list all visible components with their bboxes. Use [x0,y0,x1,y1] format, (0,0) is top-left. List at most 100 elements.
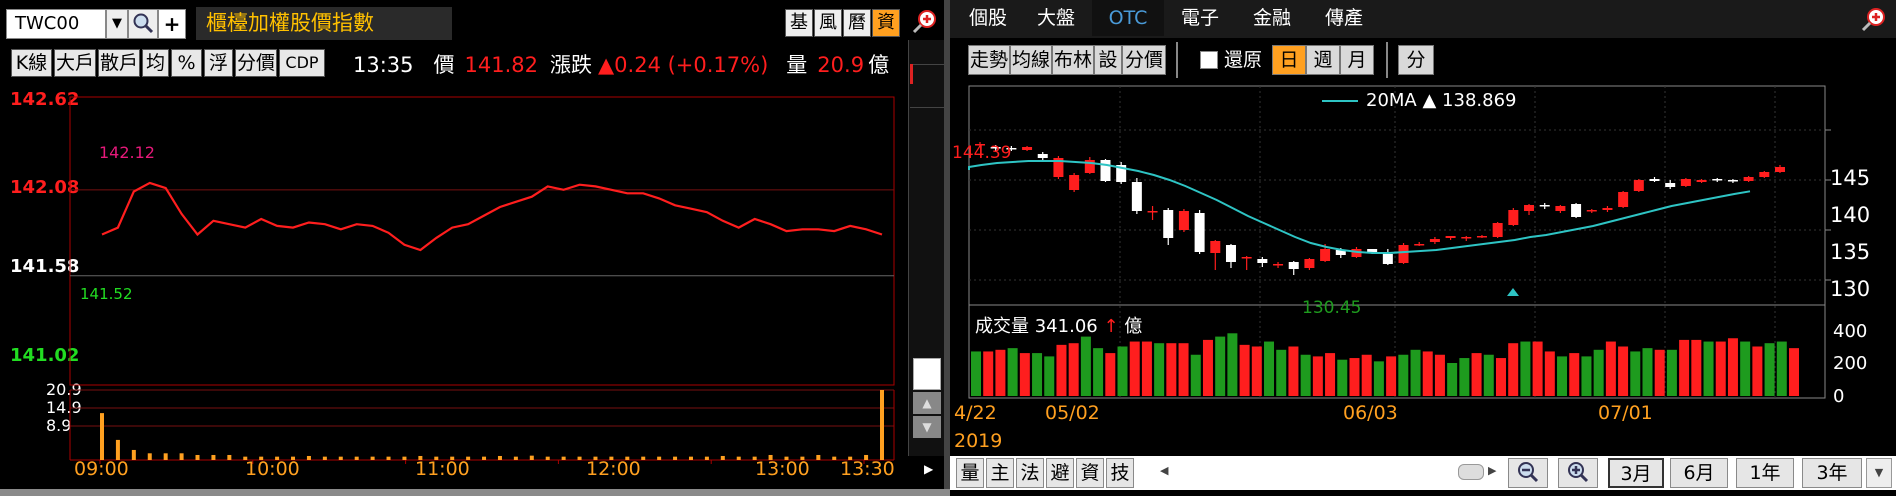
volume-bar [211,454,216,460]
date-tick: 07/01 [1598,402,1653,424]
bottom-tab-volume[interactable]: 量 [956,458,984,488]
chevron-down-icon: ▼ [922,420,932,434]
bottom-tab-hedge[interactable]: 避 [1046,458,1074,488]
candle-body [1241,257,1252,259]
candle-body [1508,210,1519,225]
volume-bar [1618,346,1629,396]
range-3y[interactable]: 3年 [1802,458,1862,488]
low-label: 130.45 [1302,298,1362,318]
volume-bar [1019,353,1030,396]
candle-body [1476,236,1487,238]
candle-body [1492,223,1503,237]
volume-bar [880,390,884,460]
volume-bar [1410,349,1421,396]
candle-body [1649,179,1660,181]
volume-bar [1557,356,1568,396]
candle-body [1539,205,1550,207]
candle-body [1445,236,1456,238]
candle-body [1680,179,1691,186]
volume-bar [513,456,518,460]
volume-bar [971,351,981,396]
vol-tick: 400 [1833,321,1868,342]
volume-unit: 億 [1124,316,1143,337]
ma20-line [968,160,1751,254]
candle-body [1288,262,1299,269]
candle-body [1586,210,1597,212]
bottom-tab-margin[interactable]: 資 [1076,458,1104,488]
price-tick: 145 [1830,166,1871,190]
price-line [101,181,883,252]
volume-bar [1032,353,1043,396]
time-tick: 11:00 [415,458,470,480]
volume-bar [354,456,359,460]
volume-bar [736,456,741,460]
volume-bar [1447,363,1458,396]
volume-bar [115,439,120,460]
chevron-right-icon: ▶ [924,462,934,476]
scroll-up-button[interactable]: ▲ [913,392,941,414]
volume-bar [1532,341,1543,396]
volume-bar [1605,341,1616,396]
volume-bar [338,456,343,460]
range-dropdown[interactable]: ▼ [1866,458,1892,488]
time-tick: 13:00 [755,458,810,480]
price-tick: 135 [1830,240,1871,264]
volume-bar [1789,348,1799,396]
scroll-right-arrow[interactable]: ▶ [924,462,933,476]
volume-bar [386,456,391,460]
candle-body [1210,241,1221,253]
left-scrollbar[interactable]: ▲ ▼ [908,40,944,456]
range-1y[interactable]: 1年 [1736,458,1794,488]
zoom-out-button[interactable] [1508,458,1548,488]
candle-body [1398,245,1409,263]
candle-body [1320,249,1331,261]
candle-body [1022,147,1033,150]
intraday-chart [69,96,895,464]
high-label: 144.39 [952,143,1012,163]
volume-bar [1300,354,1311,396]
volume-bar [1129,341,1140,396]
volume-bar [1227,333,1238,396]
candle-body [1178,211,1189,230]
volume-bar [100,413,104,460]
time-tick: 12:00 [586,458,641,480]
candle-body [1273,264,1284,266]
volume-bar [1471,353,1482,396]
volume-bar [1007,348,1018,396]
candle-body [1775,167,1785,172]
date-tick: 05/02 [1045,402,1100,424]
volume-bar [1740,341,1751,396]
volume-bar [1544,351,1555,396]
range-6m[interactable]: 6月 [1670,458,1728,488]
volume-bar [1105,353,1116,396]
volume-bar [1251,346,1262,396]
volume-bar [995,349,1006,396]
volume-bar [657,456,662,460]
bottom-tab-main[interactable]: 主 [986,458,1014,488]
volume-bar [1483,354,1494,396]
range-slider-arrow[interactable]: ▶ [1488,464,1496,477]
zoom-in-button[interactable] [1558,458,1598,488]
plot-frame [69,96,895,386]
candle-body [1037,154,1048,158]
volume-legend: 成交量 341.06 ↑ 億 [975,312,1142,338]
scroll-thumb[interactable] [913,358,941,390]
volume-bar [577,456,582,460]
range-slider[interactable] [1458,464,1484,480]
scroll-down-button[interactable]: ▼ [913,416,941,438]
volume-bar [1520,341,1531,396]
candle-body [1257,259,1268,263]
scroll-left-arrow[interactable]: ◀ [1160,464,1168,477]
volume-bar [832,456,837,460]
year-label: 2019 [954,430,1003,452]
chevron-down-icon: ▼ [1874,466,1884,479]
bottom-tab-institution[interactable]: 法 [1016,458,1044,488]
ma-legend-line [1322,100,1358,102]
scroll-marker [910,64,944,108]
volume-bar [163,453,168,460]
volume-bar [1398,354,1409,396]
bottom-tab-technical[interactable]: 技 [1106,458,1134,488]
range-3m[interactable]: 3月 [1608,458,1664,488]
candle-body [1131,182,1142,211]
volume-bar [1642,348,1653,396]
